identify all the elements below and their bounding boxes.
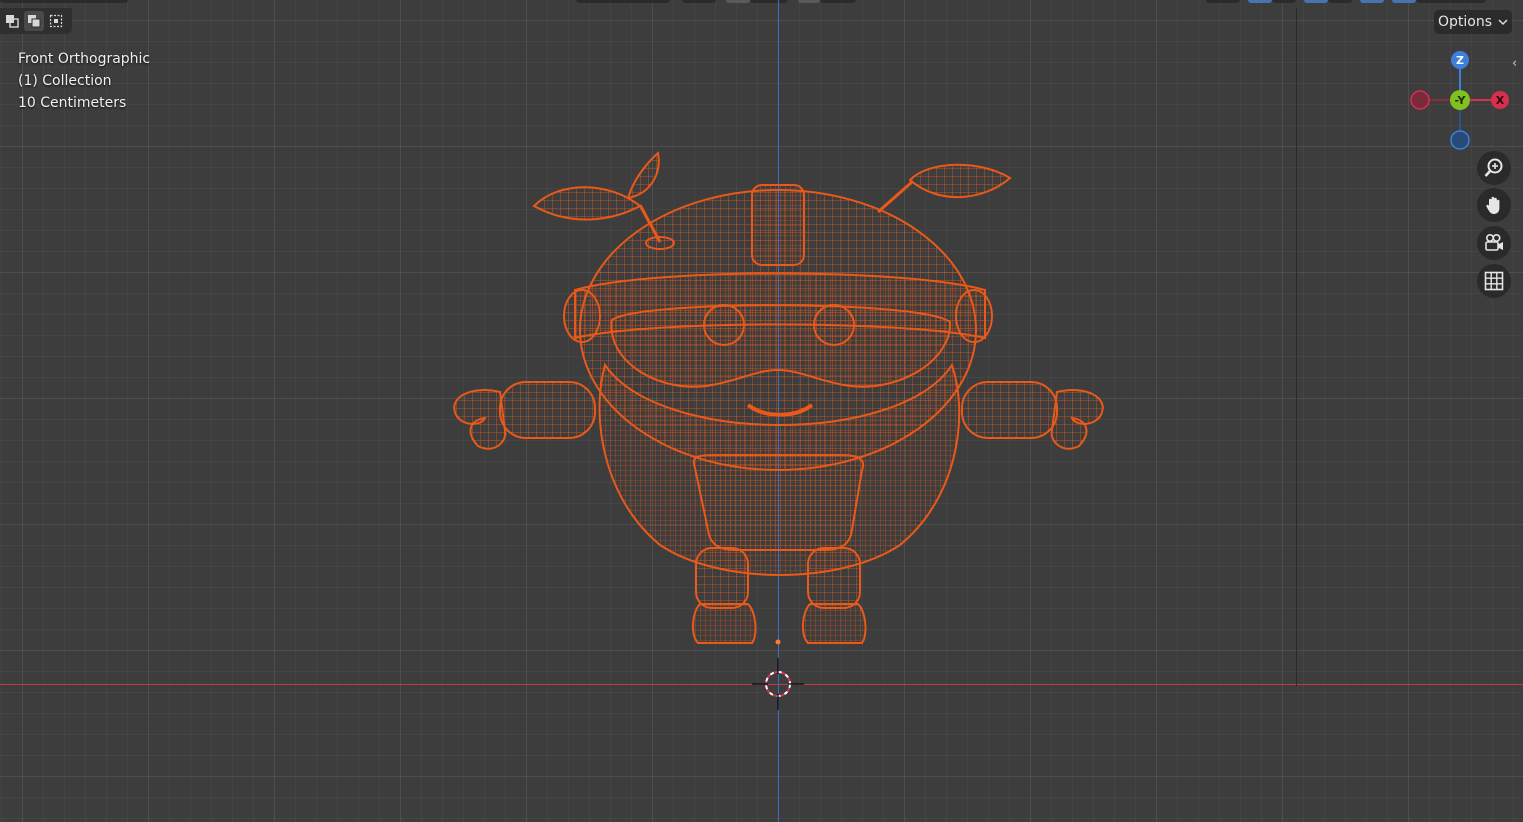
pan-button[interactable]	[1477, 188, 1511, 222]
head-knob	[751, 184, 805, 266]
right-hand	[1050, 389, 1104, 450]
gizmo-neg-z-ball[interactable]	[1450, 130, 1470, 150]
collection-name: (1) Collection	[18, 73, 112, 89]
3d-cursor[interactable]	[750, 656, 806, 712]
navigation-gizmo[interactable]: Z X -Y	[1400, 46, 1520, 156]
select-extend-icon[interactable]	[24, 11, 44, 31]
camera-view-icon	[1485, 233, 1503, 251]
zoom-button[interactable]	[1477, 151, 1511, 185]
options-label: Options	[1437, 14, 1493, 30]
options-dropdown[interactable]: Options	[1434, 10, 1512, 34]
select-new-icon[interactable]	[2, 11, 22, 31]
right-leg	[807, 547, 861, 609]
selection-mode-toolbar	[0, 8, 72, 34]
chevron-down-icon	[1498, 19, 1508, 26]
left-leg	[695, 547, 749, 609]
right-leaf	[908, 163, 1012, 199]
zoom-icon	[1484, 158, 1503, 177]
grid-scale: 10 Centimeters	[18, 95, 127, 111]
left-leaf	[532, 186, 642, 221]
gizmo-x-label: X	[1496, 94, 1505, 107]
camera-view-button[interactable]	[1477, 226, 1511, 260]
viewport-info: Front Orthographic (1) Collection 10 Cen…	[18, 48, 150, 114]
left-small-leaf	[626, 151, 660, 200]
hand-pan-icon	[1486, 196, 1500, 214]
gizmo-neg-x-ball[interactable]	[1410, 90, 1430, 110]
gizmo-y-label: -Y	[1455, 94, 1467, 107]
region-divider	[1296, 8, 1297, 686]
right-foot	[802, 603, 867, 644]
right-stem	[877, 180, 913, 214]
view-name: Front Orthographic	[18, 51, 151, 67]
left-hand	[453, 389, 507, 450]
left-foot	[692, 603, 757, 644]
object-origin	[775, 639, 781, 645]
belly-panel	[692, 454, 865, 551]
select-subtract-icon[interactable]	[46, 11, 66, 31]
left-arm	[499, 381, 596, 439]
header-strip	[0, 0, 1523, 8]
wireframe-character-mesh[interactable]	[440, 145, 1120, 655]
right-arm	[961, 381, 1058, 439]
gizmo-z-label: Z	[1456, 54, 1464, 67]
left-eye	[703, 304, 745, 346]
ortho-toggle-button[interactable]	[1477, 264, 1511, 298]
grid-ortho-icon	[1484, 271, 1504, 291]
right-eye	[813, 304, 855, 346]
